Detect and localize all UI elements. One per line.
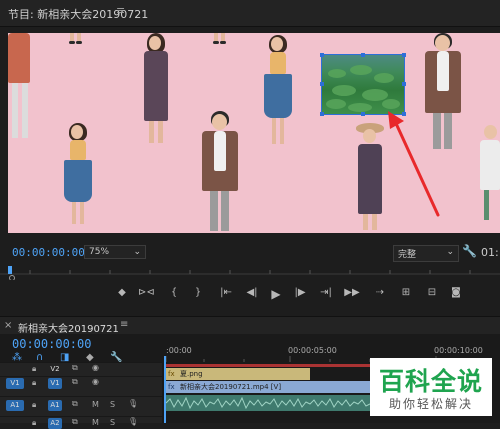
program-monitor-viewport[interactable] [8,33,500,233]
source-patch-v1[interactable]: V1 [6,378,24,389]
voiceover-mic-icon[interactable]: 🎙︎ [128,399,138,408]
track-target-a1[interactable]: A1 [48,400,62,411]
mute-icon[interactable]: M [92,400,99,409]
zoom-level-select[interactable]: 75% ⌄ [84,245,146,259]
wrench-settings-icon[interactable]: 🔧 [462,244,477,258]
monitor-time-ruler[interactable] [0,264,500,281]
play-icon[interactable]: ▶ [268,287,284,301]
overwrite-icon[interactable]: ⊟ [424,287,440,298]
track-row-v2: 🔒︎ V2 ⧉ ◉ [0,362,162,376]
toggle-sync-icon[interactable]: ⧉ [72,399,78,409]
lock-icon[interactable]: 🔒︎ [32,418,36,428]
playback-resolution-select[interactable]: 完整 ⌄ [393,245,459,262]
ruler-mark-0: :00:00 [166,346,192,355]
track-row-a1: A1 🔒︎ A1 ⧉ M S 🎙︎ [0,396,162,415]
timeline-tab-bar: × 新相亲大会20190721 ≡ [0,316,500,335]
clip-video-label: 新相亲大会20190721.mp4 [V] [180,383,282,391]
playhead-timecode[interactable]: 00:00:00:00 [12,246,85,259]
go-to-out-icon[interactable]: ⇥| [318,287,334,298]
toggle-visibility-eye-icon[interactable]: ◉ [92,377,99,386]
track-row-a2: 🔒︎ A2 ⧉ M S 🎙︎ [0,416,162,429]
extract-icon[interactable]: ⇢ [372,287,388,298]
track-headers: 🔒︎ V2 ⧉ ◉ V1 🔒︎ V1 ⧉ ◉ A1 🔒︎ A1 ⧉ M S 🎙︎… [0,362,162,429]
lock-icon[interactable]: 🔒︎ [32,400,36,410]
close-tab-icon[interactable]: × [4,320,12,331]
insert-icon[interactable]: ⊞ [398,287,414,298]
monitor-ruler-ticks [0,266,500,281]
playback-resolution-value: 完整 [398,250,417,260]
watermark-sub-text: 助你轻松解决 [388,397,473,411]
mark-in-icon[interactable]: { [166,287,182,298]
chevron-down-icon: ⌄ [446,247,454,257]
transport-controls: ◆ ⊳⊲ { } |⇤ ◀| ▶ |▶ ⇥| ▶▶ ⇢ ⊞ ⊟ ◙ [0,287,500,305]
clip-png-label: 夏.png [180,370,203,378]
track-row-v1: V1 🔒︎ V1 ⧉ ◉ [0,376,162,390]
go-to-in-icon[interactable]: |⇤ [218,287,234,298]
add-marker-icon[interactable]: ◆ [114,287,130,298]
program-monitor-title: 节目: 新相亲大会20190721 [8,8,149,21]
export-frame-camera-icon[interactable]: ◙ [448,287,464,298]
clip-fx-icon: fx [168,370,175,378]
timeline-timecode[interactable]: 00:00:00:00 [12,337,91,351]
track-target-v1[interactable]: V1 [48,378,62,389]
watermark-logo: 百科全说 助你轻松解决 [370,358,492,416]
lift-icon[interactable]: ▶▶ [344,287,360,298]
track-target-v2[interactable]: V2 [48,364,62,375]
track-target-a2[interactable]: A2 [48,418,62,429]
watermark-main-text: 百科全说 [378,367,483,396]
lock-icon[interactable]: 🔒︎ [32,378,36,388]
toggle-sync-icon[interactable]: ⧉ [72,377,78,387]
audio-waveform [165,396,373,410]
timeline-sequence-tab[interactable]: 新相亲大会20190721 [18,320,119,335]
clip-png-v2[interactable]: fx 夏.png [166,368,310,380]
panel-menu-icon[interactable]: ≡ [116,4,125,17]
chevron-down-icon: ⌄ [133,247,141,257]
zoom-level-value: 75% [89,247,110,257]
toggle-visibility-eye-icon[interactable]: ◉ [92,363,99,372]
mark-out-icon[interactable]: } [190,287,206,298]
source-patch-a1[interactable]: A1 [6,400,24,411]
ruler-mark-2: 00:00:10:00 [434,346,483,355]
voiceover-mic-icon[interactable]: 🎙︎ [128,417,138,426]
toggle-sync-icon[interactable]: ⧉ [72,363,78,373]
ruler-mark-1: 00:00:05:00 [288,346,337,355]
clip-video-v1[interactable]: fx 新相亲大会20190721.mp4 [V] [166,381,386,393]
mark-in-out-icon[interactable]: ⊳⊲ [138,287,155,298]
duration-timecode: 01: [481,246,499,259]
clip-audio-a1[interactable] [165,395,373,411]
step-back-icon[interactable]: ◀| [244,287,260,298]
program-monitor-header: 节目: 新相亲大会20190721 ≡ [0,0,500,27]
lock-icon[interactable]: 🔒︎ [32,364,36,374]
red-arrow-annotation [388,111,440,217]
step-forward-icon[interactable]: |▶ [292,287,308,298]
solo-icon[interactable]: S [110,400,115,409]
toggle-sync-icon[interactable]: ⧉ [72,417,78,427]
timeline-menu-icon[interactable]: ≡ [120,319,128,330]
clip-fx-icon: fx [168,383,175,391]
program-monitor-controls: 00:00:00:00 75% ⌄ 完整 ⌄ 🔧 01: [0,242,500,264]
